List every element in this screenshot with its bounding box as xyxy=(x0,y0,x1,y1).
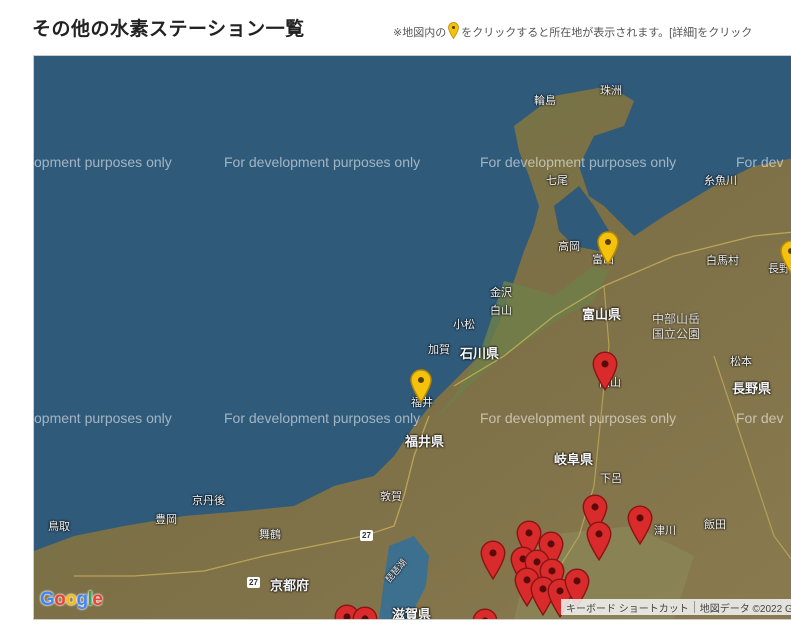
city-label: 津川 xyxy=(654,525,676,537)
city-label: 松本 xyxy=(730,356,752,368)
note-prefix: ※地図内の xyxy=(393,27,447,39)
dev-watermark: opment purposes only xyxy=(34,154,172,170)
city-label: 京丹後 xyxy=(192,495,225,507)
prefecture-label: 石川県 xyxy=(460,346,500,361)
city-label: 舞鶴 xyxy=(259,529,281,541)
page-title: その他の水素ステーション一覧 xyxy=(32,19,305,40)
prefecture-label: 岐阜県 xyxy=(554,452,594,467)
city-label: 高岡 xyxy=(558,241,580,253)
dev-watermark: For development purposes only xyxy=(480,154,677,170)
city-label: 珠洲 xyxy=(600,85,622,97)
city-label: 輪島 xyxy=(534,95,556,107)
instruction-note: ※地図内の をクリックすると所在地が表示されます。[詳細]をクリック xyxy=(393,22,752,42)
yellow-station-pin[interactable] xyxy=(780,240,791,274)
park-label: 中部山岳 国立公園 xyxy=(652,312,700,342)
highway-shield: 27 xyxy=(360,530,373,541)
city-label: 白山 xyxy=(490,305,512,317)
map-attribution: キーボード ショートカット 地図データ ©2022 G xyxy=(561,599,791,615)
red-station-pin[interactable] xyxy=(627,505,653,545)
dev-watermark: For development purposes only xyxy=(224,154,421,170)
prefecture-label: 富山県 xyxy=(582,307,622,322)
yellow-pin-icon xyxy=(448,22,460,42)
map-data-credit[interactable]: 地図データ ©2022 G xyxy=(695,600,791,615)
yellow-station-pin[interactable] xyxy=(410,369,432,403)
prefecture-label: 滋賀県 xyxy=(392,607,432,620)
prefecture-label: 長野県 xyxy=(732,381,772,396)
dev-watermark: opment purposes only xyxy=(34,410,172,426)
google-logo[interactable]: Google xyxy=(40,589,103,611)
dev-watermark: For dev xyxy=(736,410,784,426)
city-label: 鳥取 xyxy=(48,521,70,533)
dev-watermark: For dev xyxy=(736,154,784,170)
city-label: 金沢 xyxy=(490,287,512,299)
city-label: 七尾 xyxy=(546,175,568,187)
city-label: 敦賀 xyxy=(380,491,402,503)
city-label: 小松 xyxy=(453,319,475,331)
dev-watermark: For development purposes only xyxy=(224,410,421,426)
red-station-pin[interactable] xyxy=(592,351,618,391)
keyboard-shortcuts-link[interactable]: キーボード ショートカット xyxy=(561,600,694,615)
note-suffix: をクリックすると所在地が表示されます。[詳細]をクリック xyxy=(461,27,753,39)
red-station-pin[interactable] xyxy=(472,608,498,620)
city-label: 飯田 xyxy=(704,519,726,531)
city-label: 下呂 xyxy=(600,473,622,485)
map[interactable]: opment purposes only For development pur… xyxy=(33,55,791,620)
city-label: 豊岡 xyxy=(155,514,177,526)
dev-watermark: For development purposes only xyxy=(480,410,677,426)
red-station-pin[interactable] xyxy=(586,521,612,561)
red-station-pin[interactable] xyxy=(352,606,378,620)
red-station-pin[interactable] xyxy=(480,540,506,580)
prefecture-label: 福井県 xyxy=(405,434,445,449)
highway-shield: 27 xyxy=(247,577,260,588)
city-label: 白馬村 xyxy=(706,255,739,267)
yellow-station-pin[interactable] xyxy=(597,231,619,265)
city-label: 加賀 xyxy=(428,344,450,356)
prefecture-label: 京都府 xyxy=(270,578,310,593)
park-name: 中部山岳 国立公園 xyxy=(652,312,701,341)
city-label: 糸魚川 xyxy=(704,175,737,187)
